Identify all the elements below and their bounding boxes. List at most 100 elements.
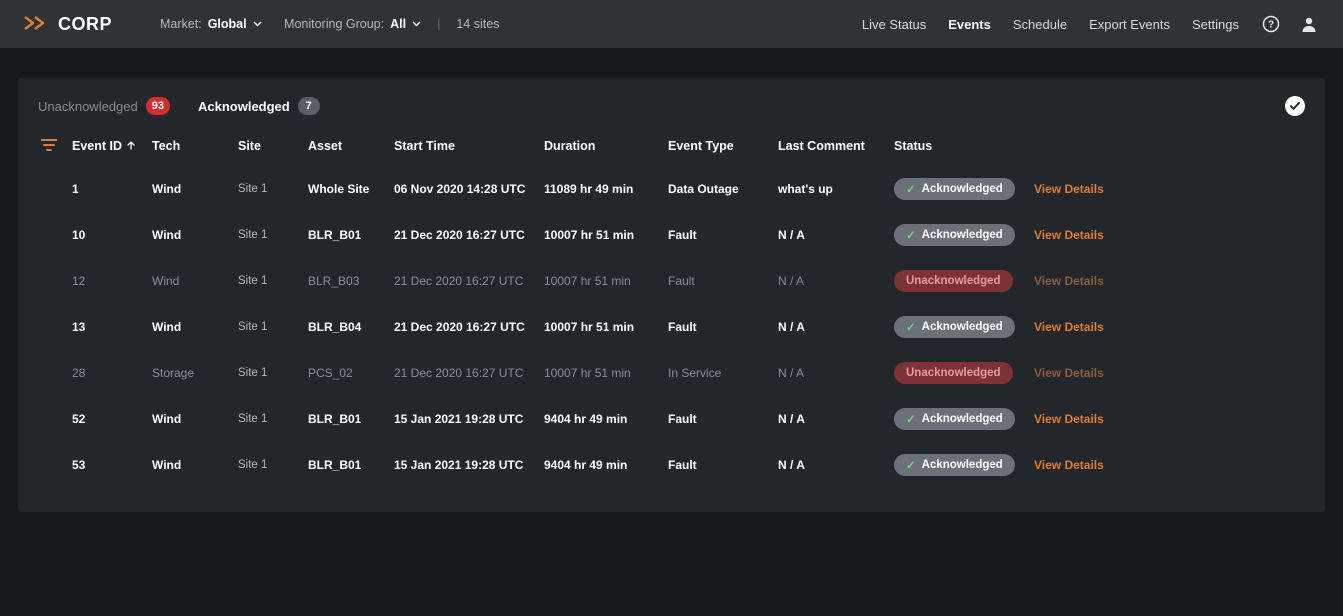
cell-status: ✓Acknowledged xyxy=(894,454,1034,476)
cell-tech: Wind xyxy=(152,412,238,426)
cell-last-comment: N / A xyxy=(778,458,894,472)
user-icon[interactable] xyxy=(1299,14,1319,34)
cell-site: Site 1 xyxy=(238,367,308,379)
table-row[interactable]: 12WindSite 1BLR_B0321 Dec 2020 16:27 UTC… xyxy=(18,258,1325,304)
cell-status: ✓Acknowledged xyxy=(894,178,1034,200)
tab-acknowledged[interactable]: Acknowledged 7 xyxy=(198,97,320,115)
view-details-link[interactable]: View Details xyxy=(1034,182,1104,196)
brand-logo[interactable]: CORP xyxy=(24,14,112,35)
cell-status: ✓Acknowledged xyxy=(894,224,1034,246)
tab-label: Unacknowledged xyxy=(38,99,138,114)
col-last-comment[interactable]: Last Comment xyxy=(778,139,894,153)
view-details-link[interactable]: View Details xyxy=(1034,412,1104,426)
col-start-time[interactable]: Start Time xyxy=(394,139,544,153)
events-table: Event ID Tech Site Asset Start Time Dura… xyxy=(18,126,1325,488)
table-row[interactable]: 10WindSite 1BLR_B0121 Dec 2020 16:27 UTC… xyxy=(18,212,1325,258)
svg-text:?: ? xyxy=(1268,20,1274,31)
cell-start-time: 21 Dec 2020 16:27 UTC xyxy=(394,274,544,288)
status-pill[interactable]: ✓Acknowledged xyxy=(894,408,1015,430)
cell-duration: 10007 hr 51 min xyxy=(544,228,668,242)
check-icon: ✓ xyxy=(906,228,916,242)
cell-last-comment: N / A xyxy=(778,228,894,242)
status-label: Acknowledged xyxy=(922,183,1003,195)
table-row[interactable]: 13WindSite 1BLR_B0421 Dec 2020 16:27 UTC… xyxy=(18,304,1325,350)
status-label: Unacknowledged xyxy=(906,367,1001,379)
cell-duration: 10007 hr 51 min xyxy=(544,366,668,380)
chevron-down-icon xyxy=(253,19,262,30)
cell-site: Site 1 xyxy=(238,183,308,195)
status-pill[interactable]: Unacknowledged xyxy=(894,362,1013,384)
cell-event-id: 53 xyxy=(72,458,152,472)
cell-site: Site 1 xyxy=(238,229,308,241)
check-icon: ✓ xyxy=(906,320,916,334)
table-row[interactable]: 52WindSite 1BLR_B0115 Jan 2021 19:28 UTC… xyxy=(18,396,1325,442)
top-links: Live Status Events Schedule Export Event… xyxy=(862,17,1239,32)
col-duration[interactable]: Duration xyxy=(544,139,668,153)
cell-event-id: 52 xyxy=(72,412,152,426)
nav-events[interactable]: Events xyxy=(948,17,991,32)
cell-status: Unacknowledged xyxy=(894,270,1034,292)
cell-tech: Wind xyxy=(152,274,238,288)
cell-asset: BLR_B01 xyxy=(308,412,394,426)
cell-duration: 10007 hr 51 min xyxy=(544,274,668,288)
nav-live-status[interactable]: Live Status xyxy=(862,17,926,32)
view-details-link[interactable]: View Details xyxy=(1034,458,1104,472)
group-dropdown[interactable]: All xyxy=(390,17,421,31)
cell-start-time: 15 Jan 2021 19:28 UTC xyxy=(394,458,544,472)
cell-asset: BLR_B01 xyxy=(308,228,394,242)
market-dropdown[interactable]: Global xyxy=(208,17,262,31)
cell-site: Site 1 xyxy=(238,321,308,333)
cell-status: Unacknowledged xyxy=(894,362,1034,384)
cell-tech: Storage xyxy=(152,366,238,380)
top-navbar: CORP Market: Global Monitoring Group: Al… xyxy=(0,0,1343,48)
col-event-type[interactable]: Event Type xyxy=(668,139,778,153)
table-row[interactable]: 1WindSite 1Whole Site06 Nov 2020 14:28 U… xyxy=(18,166,1325,212)
status-label: Acknowledged xyxy=(922,459,1003,471)
status-pill[interactable]: ✓Acknowledged xyxy=(894,316,1015,338)
market-label: Market: xyxy=(160,17,202,31)
events-panel: Unacknowledged 93 Acknowledged 7 Event I… xyxy=(18,78,1325,512)
tab-badge: 7 xyxy=(298,97,320,115)
cell-duration: 11089 hr 49 min xyxy=(544,182,668,196)
col-site[interactable]: Site xyxy=(238,139,308,153)
cell-tech: Wind xyxy=(152,320,238,334)
cell-last-comment: N / A xyxy=(778,274,894,288)
view-details-link[interactable]: View Details xyxy=(1034,228,1104,242)
nav-schedule[interactable]: Schedule xyxy=(1013,17,1067,32)
chevron-down-icon xyxy=(412,19,421,30)
status-pill[interactable]: ✓Acknowledged xyxy=(894,178,1015,200)
table-row[interactable]: 28StorageSite 1PCS_0221 Dec 2020 16:27 U… xyxy=(18,350,1325,396)
cell-last-comment: N / A xyxy=(778,366,894,380)
col-event-id[interactable]: Event ID xyxy=(72,139,152,153)
cell-event-type: Fault xyxy=(668,412,778,426)
tab-label: Acknowledged xyxy=(198,99,290,114)
status-pill[interactable]: ✓Acknowledged xyxy=(894,224,1015,246)
cell-last-comment: N / A xyxy=(778,412,894,426)
view-details-link[interactable]: View Details xyxy=(1034,274,1104,288)
brand-text: CORP xyxy=(58,14,112,35)
cell-status: ✓Acknowledged xyxy=(894,408,1034,430)
nav-export-events[interactable]: Export Events xyxy=(1089,17,1170,32)
col-status[interactable]: Status xyxy=(894,139,1034,153)
separator: | xyxy=(437,17,440,31)
nav-filters: Market: Global Monitoring Group: All | 1… xyxy=(160,17,499,31)
status-pill[interactable]: ✓Acknowledged xyxy=(894,454,1015,476)
status-pill[interactable]: Unacknowledged xyxy=(894,270,1013,292)
sort-ascending-icon xyxy=(126,140,136,153)
view-details-link[interactable]: View Details xyxy=(1034,366,1104,380)
nav-settings[interactable]: Settings xyxy=(1192,17,1239,32)
cell-status: ✓Acknowledged xyxy=(894,316,1034,338)
col-tech[interactable]: Tech xyxy=(152,139,238,153)
cell-start-time: 21 Dec 2020 16:27 UTC xyxy=(394,320,544,334)
cell-event-id: 13 xyxy=(72,320,152,334)
cell-start-time: 21 Dec 2020 16:27 UTC xyxy=(394,366,544,380)
help-icon[interactable]: ? xyxy=(1261,14,1281,34)
cell-last-comment: N / A xyxy=(778,320,894,334)
filter-icon[interactable] xyxy=(41,139,57,154)
tab-unacknowledged[interactable]: Unacknowledged 93 xyxy=(38,97,170,115)
select-all-button[interactable] xyxy=(1285,96,1305,116)
top-icons: ? xyxy=(1261,14,1319,34)
col-asset[interactable]: Asset xyxy=(308,139,394,153)
view-details-link[interactable]: View Details xyxy=(1034,320,1104,334)
table-row[interactable]: 53WindSite 1BLR_B0115 Jan 2021 19:28 UTC… xyxy=(18,442,1325,488)
